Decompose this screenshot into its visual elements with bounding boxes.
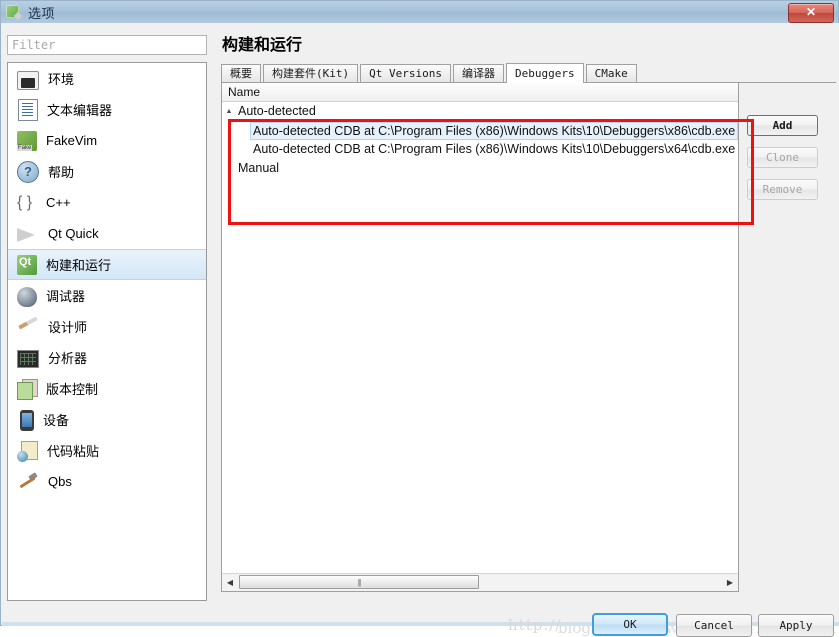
sidebar-item-qbs[interactable]: Qbs <box>8 466 206 497</box>
environment-icon <box>17 70 39 90</box>
help-icon <box>17 161 39 183</box>
dialog-body: 环境 文本编辑器 FakeVim 帮助 C++ Qt Quick <box>2 23 839 637</box>
qt-creator-icon <box>6 4 23 21</box>
title-bar: 选项 ✕ <box>1 1 838 23</box>
sidebar-item-label: C++ <box>46 195 71 210</box>
options-dialog: 选项 ✕ 环境 文本编辑器 FakeVim 帮助 <box>0 0 839 637</box>
close-icon[interactable]: ✕ <box>788 3 834 23</box>
chevron-down-icon[interactable]: ▲ <box>222 102 236 121</box>
sidebar-item-help[interactable]: 帮助 <box>8 156 206 187</box>
sidebar-item-debugger[interactable]: 调试器 <box>8 280 206 311</box>
sidebar-item-cpp[interactable]: C++ <box>8 187 206 218</box>
sidebar-item-label: FakeVim <box>46 133 98 148</box>
debuggers-tree-view[interactable]: Name ▲ Auto-detected Auto-detected CDB a… <box>221 82 739 592</box>
tab-compilers[interactable]: 编译器 <box>452 64 504 82</box>
sidebar-item-label: 调试器 <box>46 289 86 304</box>
tree-item-label: Manual <box>238 161 279 175</box>
analyzer-grid-icon <box>17 350 39 368</box>
window-title: 选项 <box>28 5 56 21</box>
sidebar-item-analyzer[interactable]: 分析器 <box>8 342 206 373</box>
table-row[interactable]: Manual <box>222 159 738 178</box>
sidebar-item-build-and-run[interactable]: 构建和运行 <box>8 249 206 280</box>
table-row[interactable]: Auto-detected CDB at C:\Program Files (x… <box>222 140 738 159</box>
tree-item-label: Auto-detected CDB at C:\Program Files (x… <box>250 121 738 140</box>
remove-button[interactable]: Remove <box>747 179 818 200</box>
scroll-right-icon[interactable]: ▶ <box>722 575 738 590</box>
table-row[interactable]: Auto-detected CDB at C:\Program Files (x… <box>222 121 738 140</box>
tab-debuggers[interactable]: Debuggers <box>505 63 584 83</box>
scrollbar-thumb[interactable] <box>239 575 479 589</box>
scrollbar-track[interactable] <box>238 575 722 590</box>
debugger-bug-icon <box>17 286 37 307</box>
horizontal-scrollbar[interactable]: ◀ ▶ <box>222 573 738 591</box>
sidebar-item-label: Qbs <box>48 474 72 489</box>
code-paste-icon <box>17 440 38 462</box>
tree-item-label: Auto-detected <box>238 104 316 118</box>
sidebar-item-fakevim[interactable]: FakeVim <box>8 125 206 156</box>
sidebar-item-text-editor[interactable]: 文本编辑器 <box>8 94 206 125</box>
tab-qt-versions[interactable]: Qt Versions <box>360 64 451 82</box>
sidebar-item-label: 帮助 <box>48 165 75 180</box>
page-title: 构建和运行 <box>222 37 303 54</box>
table-row[interactable]: ▲ Auto-detected <box>222 102 738 121</box>
tree-column-header-name[interactable]: Name <box>222 83 738 102</box>
sidebar-item-environment[interactable]: 环境 <box>8 63 206 94</box>
clone-button[interactable]: Clone <box>747 147 818 168</box>
sidebar-item-label: 分析器 <box>48 351 88 366</box>
watermark-text: http:// <box>508 616 562 634</box>
tab-overview[interactable]: 概要 <box>221 64 261 82</box>
tab-kits[interactable]: 构建套件(Kit) <box>263 64 359 82</box>
build-and-run-icon <box>17 255 37 275</box>
sidebar-item-label: Qt Quick <box>48 226 99 241</box>
sidebar-item-designer[interactable]: 设计师 <box>8 311 206 342</box>
sidebar-item-label: 文本编辑器 <box>47 103 113 118</box>
version-control-icon <box>17 379 38 400</box>
braces-icon <box>17 193 37 213</box>
tab-cmake[interactable]: CMake <box>585 64 637 82</box>
settings-category-list[interactable]: 环境 文本编辑器 FakeVim 帮助 C++ Qt Quick <box>7 62 207 601</box>
qbs-hammer-icon <box>17 473 39 493</box>
fakevim-icon <box>17 131 37 151</box>
sidebar-item-label: 环境 <box>48 72 75 87</box>
sidebar-item-qt-quick[interactable]: Qt Quick <box>8 218 206 249</box>
text-editor-icon <box>18 99 38 121</box>
designer-pen-icon <box>17 318 39 338</box>
tree-body[interactable]: ▲ Auto-detected Auto-detected CDB at C:\… <box>222 102 738 572</box>
qt-quick-icon <box>17 225 39 245</box>
sidebar-item-version-control[interactable]: 版本控制 <box>8 373 206 404</box>
sidebar-item-label: 构建和运行 <box>46 258 112 273</box>
sidebar-item-label: 代码粘贴 <box>47 444 100 459</box>
sidebar-item-label: 版本控制 <box>46 382 99 397</box>
filter-input[interactable] <box>7 35 207 55</box>
tab-bar: 概要 构建套件(Kit) Qt Versions 编译器 Debuggers C… <box>221 63 836 83</box>
ok-button[interactable]: OK <box>592 613 668 636</box>
add-button[interactable]: Add <box>747 115 818 136</box>
scroll-left-icon[interactable]: ◀ <box>222 575 238 590</box>
tree-item-label: Auto-detected CDB at C:\Program Files (x… <box>253 142 736 156</box>
sidebar-item-label: 设计师 <box>48 320 88 335</box>
device-phone-icon <box>20 409 34 431</box>
sidebar-item-devices[interactable]: 设备 <box>8 404 206 435</box>
sidebar-item-code-paste[interactable]: 代码粘贴 <box>8 435 206 466</box>
sidebar-item-label: 设备 <box>43 413 70 428</box>
